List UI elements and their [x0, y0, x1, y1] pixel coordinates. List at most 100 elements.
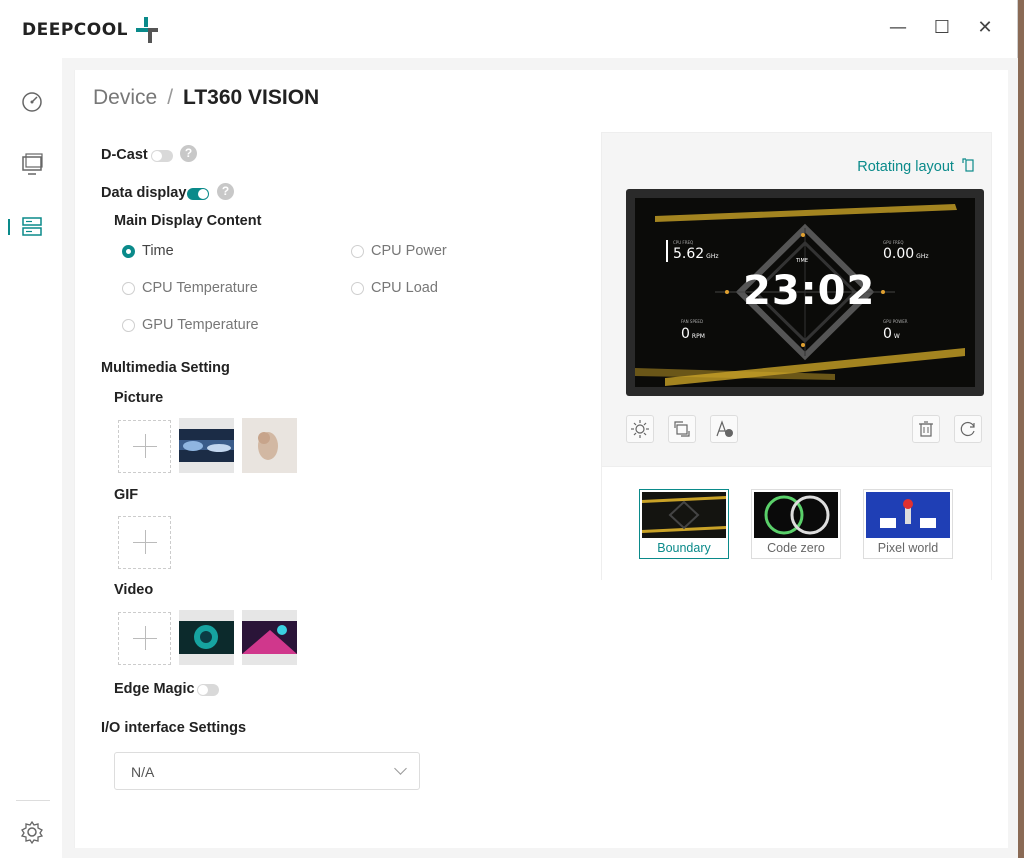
edge-magic-label: Edge Magic	[114, 681, 195, 697]
fan-speed-unit: RPM	[691, 333, 705, 340]
settings-gear-icon[interactable]	[18, 818, 46, 846]
breadcrumb-current: LT360 VISION	[183, 86, 320, 109]
io-interface-value: N/A	[131, 764, 155, 780]
option-time[interactable]: Time	[122, 243, 174, 259]
app-window: DEEPCOOL — ☐ ✕ Device / LT360 VISION D-C…	[0, 0, 1018, 858]
cpu-freq-unit: GHz	[706, 253, 719, 260]
option-gpu-temperature[interactable]: GPU Temperature	[122, 317, 259, 333]
gif-label: GIF	[114, 487, 139, 503]
minimize-button[interactable]: —	[888, 18, 908, 38]
sidebar-divider	[16, 800, 50, 801]
monitor-icon[interactable]	[18, 151, 46, 179]
video-thumbnail-1-image	[179, 621, 234, 654]
cpu-freq-value: 5.62	[673, 246, 705, 262]
theme-boundary[interactable]: Boundary	[639, 489, 729, 559]
delete-icon	[919, 421, 933, 437]
app-logo: DEEPCOOL	[22, 17, 159, 43]
rotating-layout-button[interactable]: Rotating layout	[857, 157, 975, 175]
fan-speed-value-row: 0 RPM	[681, 326, 705, 342]
theme-code-zero[interactable]: Code zero	[751, 489, 841, 559]
logo-mark-icon	[136, 17, 159, 43]
preview-card: Rotating layout CPU FREQ 5.62 GHz GPU FR…	[601, 132, 992, 580]
option-cpu-load[interactable]: CPU Load	[351, 280, 438, 296]
add-gif-button[interactable]	[118, 516, 171, 569]
picture-label: Picture	[114, 390, 164, 406]
video-thumbnail-2-image	[242, 621, 297, 654]
option-cpu-power[interactable]: CPU Power	[351, 243, 447, 259]
lcd-preview-screen: CPU FREQ 5.62 GHz GPU FREQ 0.00 GHz TIME 2…	[626, 189, 984, 396]
gpu-power-value: 0	[883, 326, 892, 342]
rotate-icon	[674, 421, 690, 437]
dcast-label: D-Cast	[101, 147, 148, 163]
theme-pixel-world-thumbnail	[866, 492, 950, 538]
radio-cpu-power[interactable]	[351, 244, 364, 258]
breadcrumb-parent[interactable]: Device	[93, 86, 157, 109]
option-cpu-load-label: CPU Load	[371, 280, 438, 296]
maximize-button[interactable]: ☐	[932, 18, 952, 38]
edge-magic-toggle[interactable]	[197, 684, 219, 696]
fan-speed-label: FAN SPEED	[681, 319, 704, 324]
title-bar: DEEPCOOL — ☐ ✕	[0, 0, 1017, 58]
add-picture-button[interactable]	[118, 420, 171, 473]
dashboard-icon[interactable]	[18, 88, 46, 116]
gpu-freq-value-row: 0.00 GHz	[883, 246, 928, 262]
theme-boundary-image	[642, 492, 726, 538]
theme-pixel-world-name: Pixel world	[877, 541, 939, 555]
close-button[interactable]: ✕	[975, 18, 995, 38]
cpu-freq-value-row: 5.62 GHz	[673, 246, 718, 262]
text-style-button[interactable]	[710, 415, 738, 443]
chevron-down-icon	[394, 762, 407, 775]
text-style-icon	[716, 420, 733, 437]
gpu-freq-label: GPU FREQ	[883, 240, 904, 245]
gpu-freq-unit: GHz	[916, 253, 929, 260]
io-interface-select[interactable]: N/A	[114, 752, 420, 790]
refresh-icon	[960, 421, 975, 437]
brightness-icon	[631, 420, 649, 438]
gpu-power-value-row: 0W	[883, 326, 900, 342]
radio-cpu-load[interactable]	[351, 281, 364, 295]
gpu-power-unit: W	[893, 333, 900, 340]
theme-selector: Boundary Code zero Pixel world	[602, 466, 991, 580]
data-display-label: Data display	[101, 185, 187, 201]
option-cpu-power-label: CPU Power	[371, 243, 447, 259]
dcast-help-icon[interactable]: ?	[180, 145, 197, 162]
rotate-button[interactable]	[668, 415, 696, 443]
picture-thumbnail-1-image	[179, 429, 234, 462]
theme-boundary-thumbnail	[642, 492, 726, 538]
breadcrumb: Device / LT360 VISION	[93, 86, 319, 110]
refresh-button[interactable]	[954, 415, 982, 443]
picture-thumbnail-2-image	[242, 418, 297, 473]
picture-thumbnail-2[interactable]	[242, 418, 297, 473]
device-list-icon[interactable]	[18, 213, 46, 241]
breadcrumb-separator: /	[167, 86, 174, 109]
active-nav-indicator	[8, 219, 10, 235]
theme-boundary-name: Boundary	[657, 541, 711, 555]
theme-pixel-world[interactable]: Pixel world	[863, 489, 953, 559]
gpu-power-label: GPU POWER	[883, 319, 908, 324]
radio-gpu-temperature[interactable]	[122, 318, 135, 332]
radio-cpu-temperature[interactable]	[122, 281, 135, 295]
fan-speed-value: 0	[681, 326, 690, 342]
dcast-toggle[interactable]	[151, 150, 173, 162]
gpu-freq-value: 0.00	[883, 246, 915, 262]
option-time-label: Time	[142, 243, 174, 259]
video-thumbnail-2[interactable]	[242, 610, 297, 665]
option-cpu-temperature-label: CPU Temperature	[142, 280, 258, 296]
option-cpu-temperature[interactable]: CPU Temperature	[122, 280, 258, 296]
rotate-layout-icon	[962, 158, 974, 172]
video-thumbnail-1[interactable]	[179, 610, 234, 665]
video-label: Video	[114, 582, 154, 598]
data-display-toggle[interactable]	[187, 188, 209, 200]
multimedia-setting-label: Multimedia Setting	[101, 360, 230, 376]
sidebar	[0, 58, 62, 858]
delete-button[interactable]	[912, 415, 940, 443]
brightness-button[interactable]	[626, 415, 654, 443]
picture-thumbnail-1[interactable]	[179, 418, 234, 473]
logo-text: DEEPCOOL	[22, 20, 129, 40]
theme-code-zero-name: Code zero	[767, 541, 825, 555]
data-display-help-icon[interactable]: ?	[217, 183, 234, 200]
add-video-button[interactable]	[118, 612, 171, 665]
theme-pixel-world-image	[866, 492, 950, 538]
option-gpu-temperature-label: GPU Temperature	[142, 317, 259, 333]
radio-time[interactable]	[122, 244, 135, 258]
